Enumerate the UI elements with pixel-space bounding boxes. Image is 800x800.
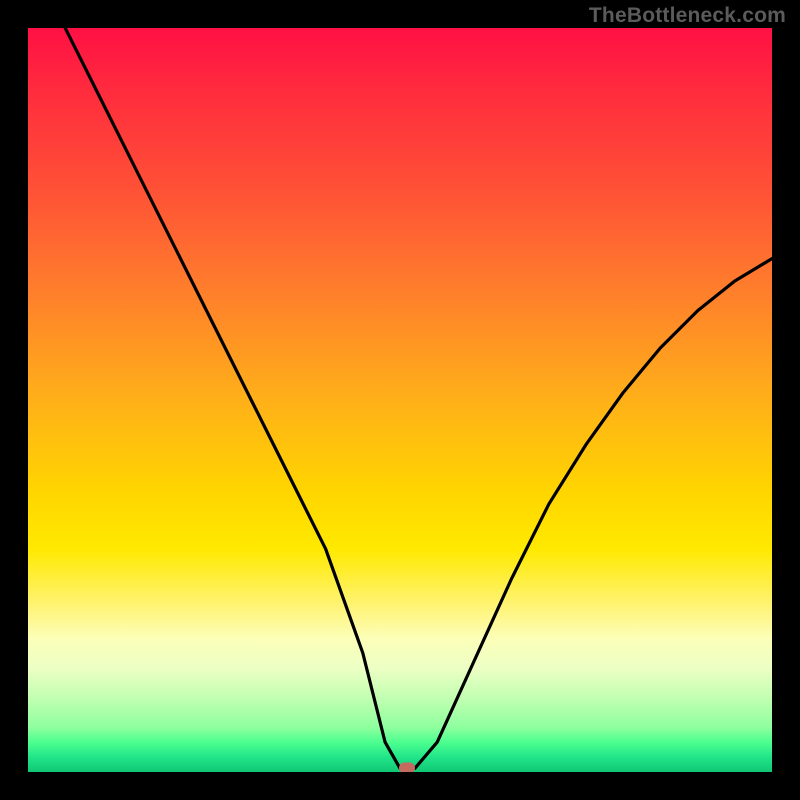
chart-frame: TheBottleneck.com — [0, 0, 800, 800]
bottleneck-curve — [28, 28, 772, 772]
plot-area — [28, 28, 772, 772]
watermark-text: TheBottleneck.com — [589, 4, 786, 28]
bottleneck-marker — [399, 763, 415, 772]
